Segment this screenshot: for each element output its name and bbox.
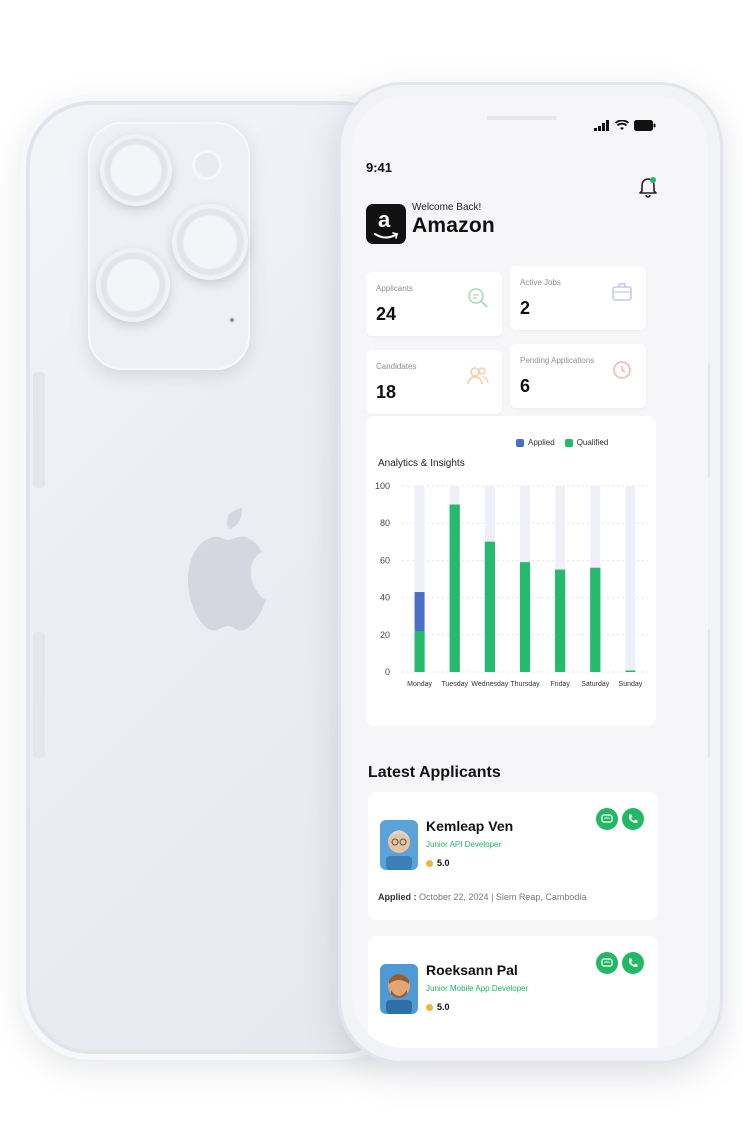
- analytics-chart-card: Analytics & Insights Applied Qualified 0…: [366, 416, 656, 726]
- y-tick-label: 20: [380, 630, 390, 640]
- company-logo-letter: a: [378, 207, 391, 232]
- bar-qualified: [625, 670, 636, 672]
- applicant-card[interactable]: Kemleap Ven Junior API Developer 5.0 App…: [368, 792, 658, 920]
- rating-value: 5.0: [437, 1002, 450, 1012]
- applicant-role: Junior Mobile App Developer: [426, 984, 529, 993]
- stat-label: Active Jobs: [520, 278, 561, 287]
- bar-track: [625, 486, 636, 672]
- bar-chart: 0 20 40 60 80 100 Monday Tuesday Wednesday Thursd…: [375, 481, 648, 688]
- y-tick-label: 0: [385, 667, 390, 677]
- chart-title: Analytics & Insights: [378, 458, 465, 469]
- legend-item-applied: Applied: [516, 438, 555, 447]
- call-button[interactable]: [622, 952, 644, 974]
- status-time: 9:41: [366, 160, 393, 175]
- back-side-button-lower: [33, 632, 45, 758]
- stat-value: 18: [376, 382, 397, 402]
- message-button[interactable]: [596, 808, 618, 830]
- message-icon: [601, 958, 613, 967]
- y-tick-label: 60: [380, 555, 390, 565]
- welcome-text: Welcome Back!: [412, 202, 482, 213]
- signal-icon: [594, 120, 609, 131]
- search-doc-icon: [468, 288, 488, 308]
- y-tick-label: 40: [380, 593, 390, 603]
- message-icon: [601, 814, 613, 823]
- applicant-rating: 5.0: [426, 1002, 450, 1012]
- clock-icon: [613, 361, 631, 379]
- stat-value: 2: [520, 298, 531, 318]
- bar-qualified: [520, 562, 530, 672]
- stat-card-active-jobs[interactable]: Active Jobs 2: [510, 266, 646, 330]
- applied-label: Applied :: [378, 892, 417, 902]
- applicant-card[interactable]: Roeksann Pal Junior Mobile App Developer…: [368, 936, 658, 1048]
- star-icon: [426, 1003, 433, 1011]
- legend-label: Qualified: [576, 438, 609, 447]
- x-tick-label: Sunday: [619, 681, 643, 688]
- star-icon: [426, 859, 433, 867]
- applicant-role: Junior API Developer: [426, 840, 502, 849]
- bar-qualified: [555, 569, 566, 672]
- rating-value: 5.0: [437, 858, 450, 868]
- message-button[interactable]: [596, 952, 618, 974]
- notification-bell-icon[interactable]: [638, 176, 658, 198]
- x-tick-label: Friday: [550, 681, 570, 688]
- stat-label: Candidates: [376, 362, 417, 371]
- phone-icon: [629, 958, 638, 968]
- speaker-notch: [487, 116, 557, 120]
- camera-lens-icon: [96, 248, 170, 322]
- stat-card-pending[interactable]: Pending Applications 6: [510, 344, 646, 408]
- status-icons: [594, 120, 656, 131]
- apple-logo-icon: [188, 508, 266, 631]
- amazon-smile-icon: [374, 232, 398, 239]
- phone-screen: 9:41 a Welcome Back! Amazon Applicants 2…: [352, 96, 708, 1048]
- battery-icon: [634, 120, 656, 131]
- y-tick-label: 100: [375, 481, 390, 491]
- company-logo: a: [366, 204, 406, 244]
- applicant-name: Roeksann Pal: [426, 962, 518, 978]
- chart-legend: Applied Qualified: [516, 438, 608, 447]
- bar-qualified: [590, 567, 601, 672]
- applied-info: Applied : October 22, 2024 | Siem Reap, …: [378, 892, 586, 902]
- legend-swatch: [516, 438, 524, 447]
- call-button[interactable]: [622, 808, 644, 830]
- legend-label: Applied: [528, 438, 555, 447]
- x-tick-label: Tuesday: [441, 681, 468, 688]
- bar-qualified: [414, 631, 425, 672]
- applicant-name: Kemleap Ven: [426, 818, 514, 834]
- latest-applicants-title: Latest Applicants: [368, 764, 501, 781]
- users-icon: [467, 367, 489, 385]
- mic-icon: [230, 318, 234, 322]
- company-name: Amazon: [412, 214, 495, 237]
- stat-card-applicants[interactable]: Applicants 24: [366, 272, 502, 336]
- legend-item-qualified: Qualified: [564, 438, 609, 447]
- x-tick-label: Wednesday: [471, 681, 508, 688]
- x-tick-label: Thursday: [510, 681, 540, 688]
- applicant-rating: 5.0: [426, 858, 450, 868]
- stat-card-candidates[interactable]: Candidates 18: [366, 350, 502, 414]
- back-side-button: [33, 372, 45, 488]
- stat-label: Pending Applications: [520, 356, 595, 365]
- stat-value: 24: [376, 304, 397, 324]
- briefcase-icon: [612, 283, 632, 301]
- legend-swatch: [564, 438, 573, 447]
- phone-icon: [629, 814, 638, 824]
- avatar: [380, 820, 418, 870]
- wifi-icon: [615, 120, 629, 130]
- x-tick-label: Monday: [407, 681, 432, 688]
- stat-value: 6: [520, 376, 531, 396]
- stat-label: Applicants: [376, 284, 413, 293]
- y-tick-label: 80: [380, 518, 390, 528]
- x-tick-label: Saturday: [581, 681, 610, 688]
- applied-text: October 22, 2024 | Siem Reap, Cambodia: [419, 892, 587, 902]
- camera-module: [88, 122, 250, 370]
- bar-qualified: [484, 541, 495, 672]
- camera-lens-icon: [100, 134, 172, 206]
- flash-icon: [192, 150, 222, 180]
- avatar: [380, 964, 418, 1014]
- camera-lens-icon: [172, 204, 248, 280]
- bar-qualified: [449, 504, 460, 672]
